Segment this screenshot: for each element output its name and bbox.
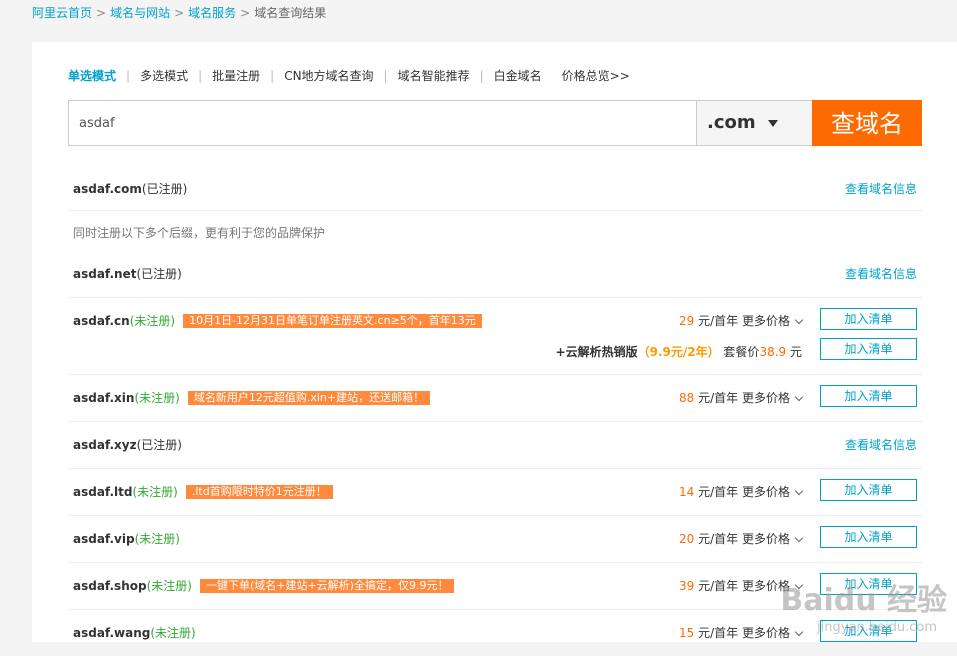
add-to-list-button[interactable]: 加入清单 (820, 526, 917, 548)
add-to-list-button[interactable]: 加入清单 (820, 479, 917, 501)
search-domain-button[interactable]: 查域名 (812, 100, 922, 146)
watermark-url: jingyan.baidu.com (817, 620, 937, 635)
chevron-down-icon (794, 533, 804, 543)
tab-divider: | (270, 69, 275, 83)
more-price-link[interactable]: 更多价格 (742, 314, 790, 328)
list-item: asdaf.cn(未注册) 10月1日-12月31日单笔订单注册英文.cn≥5个，… (68, 298, 922, 375)
suffix-select[interactable]: .com (696, 100, 822, 146)
mode-tabs: 单选模式 | 多选模式 | 批量注册 | CN地方域名查询 | 域名智能推荐 | 白金域名 价格总览>… (68, 68, 630, 84)
breadcrumb: 阿里云首页 > 域名与网站 > 域名服务 > 域名查询结果 (32, 5, 326, 21)
brand-protection-hint: 同时注册以下多个后缀，更有利于您的品牌保护 (68, 211, 922, 251)
domain-name: asdaf.com(已注册) (73, 182, 188, 196)
tab-smart-recommend[interactable]: 域名智能推荐 (398, 69, 470, 83)
domain-name: asdaf.shop(未注册) 一键下单(域名+建站+云解析)全搞定，仅9.9元！ (73, 577, 455, 594)
price-info: 88 元/首年 更多价格 (679, 389, 804, 406)
promo-badge: 一键下单(域名+建站+云解析)全搞定，仅9.9元！ (199, 579, 455, 593)
more-price-link[interactable]: 更多价格 (742, 391, 790, 405)
more-price-link[interactable]: 更多价格 (742, 485, 790, 499)
promo-badge: 域名新用户12元超值购.xin+建站，还送邮箱！ (187, 391, 431, 405)
domain-name: asdaf.net(已注册) (73, 267, 182, 281)
tab-cn-regional[interactable]: CN地方域名查询 (284, 69, 373, 83)
list-item: asdaf.xyz(已注册) 查看域名信息 (68, 422, 922, 469)
baidu-watermark: Baidu 经验 (780, 583, 947, 618)
breadcrumb-domain-website[interactable]: 域名与网站 (110, 6, 170, 20)
breadcrumb-domain-service[interactable]: 域名服务 (188, 6, 236, 20)
chevron-down-icon (794, 486, 804, 496)
breadcrumb-separator: > (240, 6, 251, 20)
domain-name: asdaf.xyz(已注册) (73, 438, 182, 452)
breadcrumb-current: 域名查询结果 (254, 6, 327, 20)
add-to-list-button[interactable]: 加入清单 (820, 385, 917, 407)
add-to-list-button[interactable]: 加入清单 (820, 308, 917, 330)
tab-divider: | (126, 69, 131, 83)
more-price-link[interactable]: 更多价格 (742, 626, 790, 640)
domain-name: asdaf.ltd(未注册) .ltd首购限时特价1元注册！ (73, 483, 333, 500)
price-info: 29 元/首年 更多价格 (679, 312, 804, 329)
tab-divider: | (383, 69, 388, 83)
price-info: 15 元/首年 更多价格 (679, 624, 804, 641)
list-item: asdaf.ltd(未注册) .ltd首购限时特价1元注册！ 14 元/首年 更多… (68, 469, 922, 516)
list-item: asdaf.vip(未注册) 20 元/首年 更多价格 加入清单 (68, 516, 922, 563)
tab-divider: | (479, 69, 484, 83)
caret-down-icon (767, 119, 778, 127)
tab-divider: | (198, 69, 203, 83)
breadcrumb-separator: > (96, 6, 107, 20)
price-overview-link[interactable]: 价格总览>> (562, 69, 630, 83)
list-item: asdaf.xin(未注册) 域名新用户12元超值购.xin+建站，还送邮箱！ 8… (68, 375, 922, 422)
tab-multi-mode[interactable]: 多选模式 (140, 69, 188, 83)
list-item: asdaf.com(已注册) 查看域名信息 (68, 164, 922, 211)
domain-name: asdaf.xin(未注册) 域名新用户12元超值购.xin+建站，还送邮箱！ (73, 389, 431, 406)
list-item: asdaf.net(已注册) 查看域名信息 (68, 251, 922, 298)
add-bundle-to-list-button[interactable]: 加入清单 (820, 338, 917, 360)
breadcrumb-home[interactable]: 阿里云首页 (32, 6, 92, 20)
bundle-offer: +云解析热销版（9.9元/2年） 套餐价38.9 元 (555, 345, 802, 359)
tab-single-mode[interactable]: 单选模式 (68, 69, 116, 83)
view-domain-info-link[interactable]: 查看域名信息 (845, 436, 917, 453)
search-row: .com 查域名 (68, 100, 922, 146)
chevron-down-icon (794, 392, 804, 402)
view-domain-info-link[interactable]: 查看域名信息 (845, 265, 917, 282)
promo-badge: 10月1日-12月31日单笔订单注册英文.cn≥5个，首年13元 (183, 314, 482, 328)
chevron-down-icon (794, 627, 804, 637)
tab-platinum-domain[interactable]: 白金域名 (494, 69, 542, 83)
breadcrumb-separator: > (174, 6, 185, 20)
promo-badge: .ltd首购限时特价1元注册！ (185, 485, 333, 499)
hint-text: 同时注册以下多个后缀，更有利于您的品牌保护 (73, 226, 326, 240)
domain-name: asdaf.vip(未注册) (73, 532, 180, 546)
domain-search-input[interactable] (68, 100, 707, 146)
price-info: 20 元/首年 更多价格 (679, 530, 804, 547)
view-domain-info-link[interactable]: 查看域名信息 (845, 180, 917, 197)
tab-batch-register[interactable]: 批量注册 (212, 69, 260, 83)
suffix-select-value: .com (707, 112, 756, 133)
more-price-link[interactable]: 更多价格 (742, 532, 790, 546)
price-info: 14 元/首年 更多价格 (679, 483, 804, 500)
domain-name: asdaf.cn(未注册) 10月1日-12月31日单笔订单注册英文.cn≥5个，… (73, 312, 482, 329)
search-panel: 单选模式 | 多选模式 | 批量注册 | CN地方域名查询 | 域名智能推荐 | 白金域名 价格总览>… (32, 42, 957, 642)
chevron-down-icon (794, 315, 804, 325)
domain-name: asdaf.wang(未注册) (73, 626, 196, 640)
